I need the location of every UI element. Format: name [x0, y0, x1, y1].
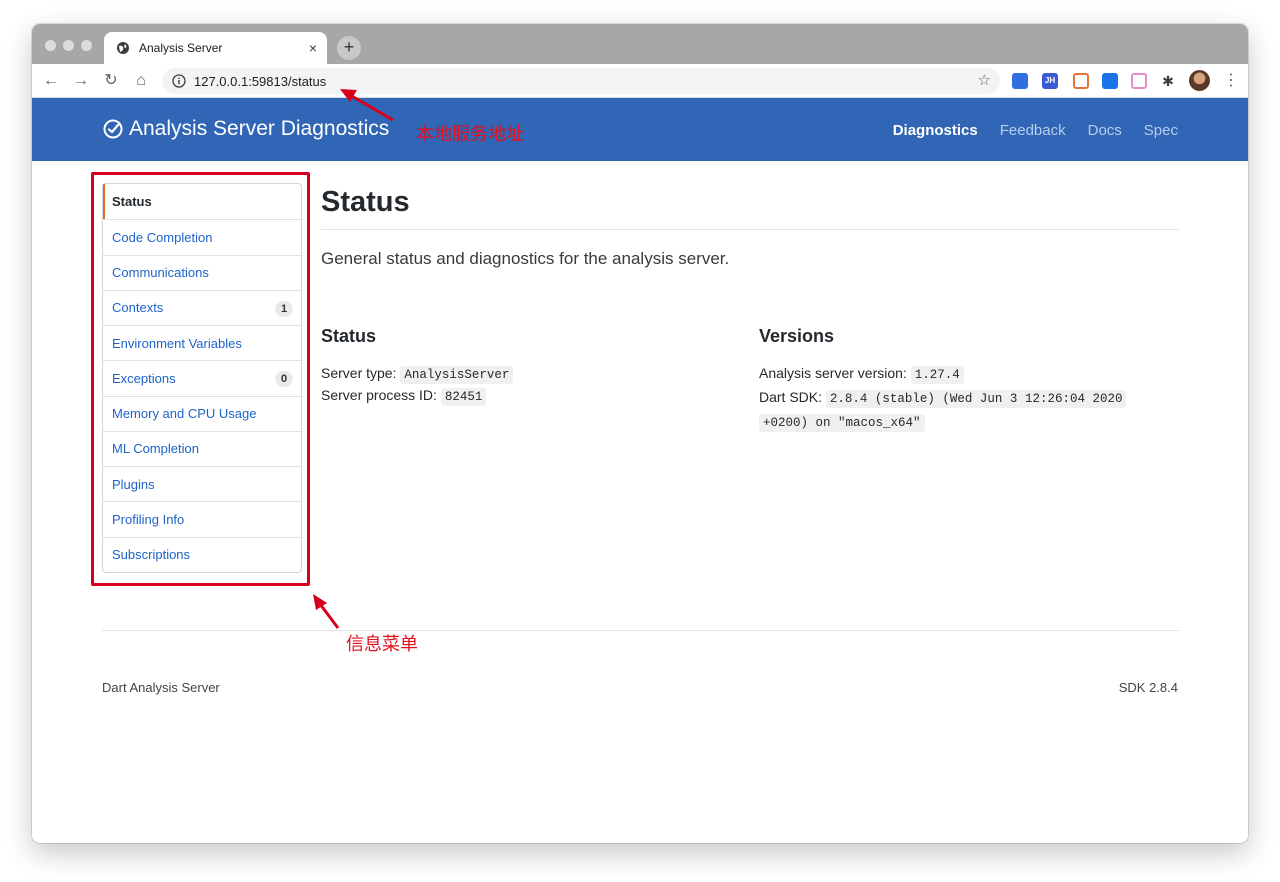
- menu-annotation: 信息菜单: [346, 634, 418, 655]
- nav-spec[interactable]: Spec: [1144, 122, 1178, 139]
- nav-docs[interactable]: Docs: [1088, 122, 1122, 139]
- nav-feedback[interactable]: Feedback: [1000, 122, 1066, 139]
- puzzle-icon[interactable]: ✱: [1160, 73, 1176, 89]
- menu-highlight-box: [91, 172, 310, 586]
- title-divider: [321, 229, 1179, 230]
- sdk-value-line2: +0200) on "macos_x64": [759, 414, 925, 432]
- more-menu-icon[interactable]: ⋮: [1223, 70, 1239, 92]
- reload-icon[interactable]: ↻: [100, 70, 122, 92]
- page-brand-title: Analysis Server Diagnostics: [129, 117, 390, 140]
- address-annotation: 本地服务地址: [416, 124, 524, 145]
- new-tab-button[interactable]: +: [337, 36, 361, 60]
- server-version-label: Analysis server version:: [759, 365, 907, 381]
- extension-icon[interactable]: [1012, 73, 1028, 89]
- tab-title: Analysis Server: [139, 41, 223, 55]
- brand[interactable]: Analysis Server Diagnostics: [102, 117, 389, 141]
- server-pid-row: Server process ID: 82451: [321, 384, 487, 408]
- speedometer-icon: [102, 118, 124, 140]
- bookmark-star-icon[interactable]: ☆: [978, 71, 991, 89]
- server-type-row: Server type: AnalysisServer: [321, 362, 514, 386]
- home-icon[interactable]: ⌂: [130, 70, 152, 92]
- minimize-window-button[interactable]: [63, 40, 74, 51]
- browser-tab[interactable]: Analysis Server ×: [104, 32, 327, 64]
- top-nav: Diagnostics Feedback Docs Spec: [871, 122, 1178, 139]
- status-heading: Status: [321, 326, 377, 346]
- server-pid-label: Server process ID:: [321, 387, 437, 403]
- server-pid-value: 82451: [440, 388, 487, 406]
- server-version-value: 1.27.4: [910, 366, 964, 384]
- globe-icon: [116, 41, 130, 55]
- versions-heading: Versions: [759, 326, 835, 346]
- extension-org-icon[interactable]: [1073, 73, 1089, 89]
- address-bar[interactable]: 127.0.0.1:59813/status ☆: [162, 68, 1000, 94]
- address-text: 127.0.0.1:59813/status: [194, 73, 327, 89]
- sdk-value-line1: 2.8.4 (stable) (Wed Jun 3 12:26:04 2020: [825, 390, 1127, 408]
- sdk-label: Dart SDK:: [759, 389, 823, 405]
- browser-toolbar: ← → ↻ ⌂ 127.0.0.1:59813/status ☆ JH ✱ ⋮: [32, 64, 1248, 98]
- close-window-button[interactable]: [45, 40, 56, 51]
- extension-window-icon[interactable]: [1102, 73, 1118, 89]
- server-type-value: AnalysisServer: [400, 366, 514, 384]
- footer-sdk-version: SDK 2.8.4: [1118, 680, 1178, 695]
- sdk-row: Dart SDK: 2.8.4 (stable) (Wed Jun 3 12:2…: [759, 386, 1149, 434]
- nav-diagnostics[interactable]: Diagnostics: [893, 122, 978, 139]
- tab-strip: Analysis Server × +: [32, 24, 1248, 64]
- footer-divider: [102, 630, 1179, 631]
- extension-jh-icon[interactable]: JH: [1042, 73, 1058, 89]
- back-arrow-icon[interactable]: ←: [40, 70, 62, 92]
- server-version-row: Analysis server version: 1.27.4: [759, 362, 964, 386]
- page-description: General status and diagnostics for the a…: [321, 249, 730, 268]
- extension-pink-icon[interactable]: [1131, 73, 1147, 89]
- page-title: Status: [321, 186, 410, 218]
- forward-arrow-icon[interactable]: →: [70, 70, 92, 92]
- avatar[interactable]: [1189, 70, 1210, 91]
- server-type-label: Server type:: [321, 365, 397, 381]
- maximize-window-button[interactable]: [81, 40, 92, 51]
- info-icon[interactable]: [172, 74, 186, 88]
- tab-close-icon[interactable]: ×: [309, 40, 317, 56]
- footer-left-text: Dart Analysis Server: [102, 680, 220, 695]
- page-header: Analysis Server Diagnostics Diagnostics …: [32, 98, 1248, 161]
